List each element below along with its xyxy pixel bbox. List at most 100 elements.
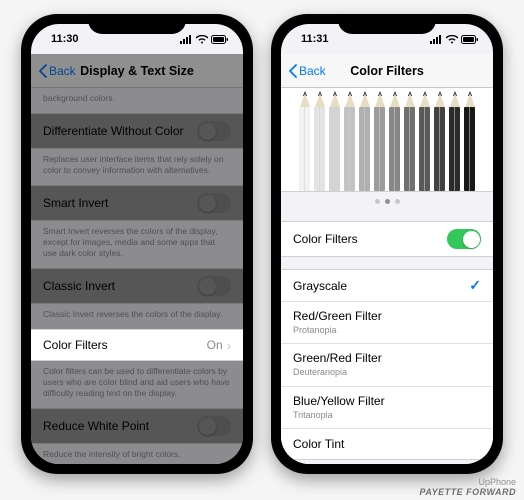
setting-group: Differentiate Without Color [31,113,243,149]
pencil [342,88,357,191]
filter-option-label: Grayscale [293,279,461,293]
filter-option-sublabel: Tritanopia [293,410,473,421]
pencil-body [344,107,355,191]
pencil-body [434,107,445,191]
signal-icon [430,35,443,44]
pencil [432,88,447,191]
pencil [312,88,327,191]
pencil [387,88,402,191]
spacer [281,257,493,269]
filter-option-row[interactable]: Red/Green FilterProtanopia [281,302,493,344]
screen-color-filters: 11:31 Back Color Filters [281,24,493,464]
setting-footer: Replaces user interface items that rely … [31,149,243,185]
phone-right: 11:31 Back Color Filters [271,14,503,474]
setting-footer: Color filters can be used to differentia… [31,361,243,408]
color-filters-toggle[interactable] [447,229,481,249]
setting-toggle[interactable] [197,416,231,436]
wifi-icon [446,35,458,44]
setting-label: Classic Invert [43,279,189,293]
filter-option-row[interactable]: Grayscale✓ [281,270,493,302]
spacer [281,209,493,221]
pencil-tip-icon [375,93,385,107]
back-label: Back [299,64,326,78]
wifi-icon [196,35,208,44]
pencil [447,88,462,191]
filter-option-label: Green/Red Filter [293,351,473,365]
pencil-tip-icon [405,93,415,107]
settings-list[interactable]: background colors. Differentiate Without … [31,88,243,464]
battery-icon [461,35,479,44]
color-filters-toggle-row[interactable]: Color Filters [281,222,493,256]
chevron-right-icon: › [227,338,231,353]
color-filters-content[interactable]: Color Filters Grayscale✓Red/Green Filter… [281,88,493,464]
notch [338,14,436,34]
back-button[interactable]: Back [285,54,330,87]
pencil [297,88,312,191]
setting-group: Classic Invert [31,268,243,304]
signal-icon [180,35,193,44]
pencil-tip-icon [450,93,460,107]
filter-option-row[interactable]: Color Tint [281,429,493,459]
filter-option-label: Blue/Yellow Filter [293,394,473,408]
setting-row[interactable]: Smart Invert [31,186,243,220]
pencil [357,88,372,191]
page-title: Color Filters [350,64,424,78]
setting-group: Smart Invert [31,185,243,221]
filter-option-row[interactable]: Green/Red Filter Deuteranopia [281,344,493,386]
setting-label: Color Filters [43,338,199,352]
pencil-tip-icon [315,93,325,107]
dot[interactable] [395,199,400,204]
back-button[interactable]: Back [35,54,80,87]
pencil-body [419,107,430,191]
notch [88,14,186,34]
pencil-tip-icon [345,93,355,107]
filter-option-row[interactable]: Blue/Yellow Filter Tritanopia [281,387,493,429]
pencil-tip-icon [465,93,475,107]
pencil-body [299,107,310,191]
setting-footer: Reduce the intensity of bright colors. [31,444,243,464]
pencil-tip-icon [390,93,400,107]
chevron-left-icon [39,64,47,78]
dot[interactable] [375,199,380,204]
setting-toggle[interactable] [197,121,231,141]
status-indicators [180,35,229,44]
setting-row[interactable]: Differentiate Without Color [31,114,243,148]
pencil-body [404,107,415,191]
pencil-body [389,107,400,191]
page-dots[interactable] [281,192,493,209]
setting-toggle[interactable] [197,193,231,213]
chevron-left-icon [289,64,297,78]
setting-footer: background colors. [31,88,243,113]
watermark-line2: PAYETTE FORWARD [419,488,516,498]
setting-label: Differentiate Without Color [43,124,189,138]
setting-label: Reduce White Point [43,419,189,433]
setting-group: Color Filters On › [31,329,243,361]
pencil [462,88,477,191]
back-label: Back [49,64,76,78]
pencil-tip-icon [360,93,370,107]
pencil-tip-icon [330,93,340,107]
pencil [417,88,432,191]
filter-option-sublabel: Deuteranopia [293,367,473,378]
pencil-tip-icon [300,93,310,107]
setting-toggle[interactable] [197,276,231,296]
pencil-tip-icon [435,93,445,107]
setting-row[interactable]: Reduce White Point [31,409,243,443]
watermark: UpPhone PAYETTE FORWARD [419,478,516,498]
setting-row[interactable]: Classic Invert [31,269,243,303]
battery-icon [211,35,229,44]
setting-value: On [207,338,223,352]
color-filters-row[interactable]: Color Filters On › [31,330,243,360]
nav-header: Back Display & Text Size [31,54,243,88]
filter-option-sublabel: Protanopia [293,325,473,336]
pencil-body [314,107,325,191]
pencil-body [449,107,460,191]
setting-label: Smart Invert [43,196,189,210]
phone-left: 11:30 Back Display & Text Size backgroun… [21,14,253,474]
dot-active[interactable] [385,199,390,204]
toggle-group: Color Filters [281,221,493,257]
pencil-preview[interactable] [281,88,493,192]
page-title: Display & Text Size [80,64,194,78]
status-time: 11:30 [51,33,79,45]
nav-header: Back Color Filters [281,54,493,88]
